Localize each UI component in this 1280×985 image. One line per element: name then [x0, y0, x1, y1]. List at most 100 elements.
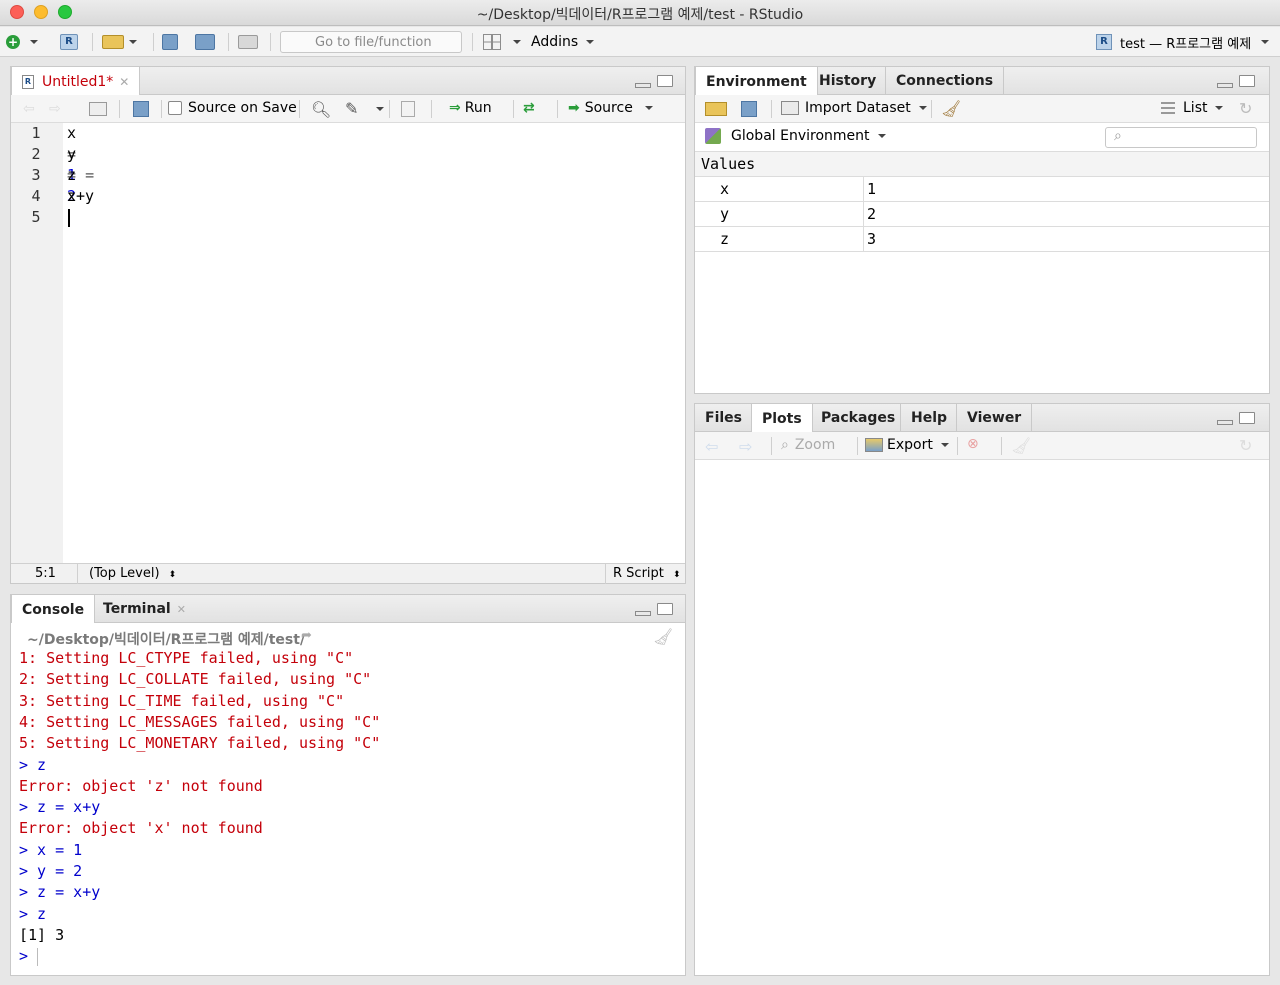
r-project-icon: R	[1096, 34, 1112, 50]
console-line: > z = x+y	[19, 798, 101, 817]
open-folder-icon[interactable]	[705, 102, 727, 116]
table-icon	[781, 101, 799, 115]
list-label: List	[1183, 100, 1208, 116]
tab-environment[interactable]: Environment	[695, 67, 818, 96]
export-label: Export	[887, 437, 933, 453]
remove-plot-icon[interactable]: ⊗	[967, 436, 979, 452]
save-icon	[162, 34, 178, 50]
scope-selector[interactable]: (Top Level) ⬍	[89, 566, 176, 581]
new-file-button[interactable]: +	[6, 31, 38, 53]
tab-help[interactable]: Help	[900, 404, 957, 432]
save-icon[interactable]	[741, 101, 757, 117]
text-cursor	[68, 209, 70, 227]
r-file-icon: R	[22, 74, 34, 89]
tab-label: Terminal	[103, 601, 171, 617]
forward-arrow-icon[interactable]: ⇨	[739, 437, 752, 456]
table-row[interactable]: z 3	[695, 227, 1269, 252]
compile-report-icon[interactable]	[401, 101, 415, 117]
open-file-button[interactable]	[102, 31, 137, 53]
environment-toolbar: Import Dataset 🧹︎ List ↻	[695, 95, 1269, 123]
rerun-icon[interactable]: ⇄	[523, 100, 535, 116]
close-icon[interactable]: ✕	[177, 603, 186, 616]
chevron-down-icon	[918, 106, 927, 110]
editor-pane: R Untitled1* ✕ ⇦ ⇨ Source on Save 🔍︎ ✎ ⇒…	[10, 66, 686, 584]
save-icon[interactable]	[133, 101, 149, 117]
export-button[interactable]: Export	[865, 437, 949, 453]
environment-tabbar: Environment History Connections	[695, 67, 1269, 96]
refresh-icon[interactable]: ↻	[1239, 99, 1252, 118]
chevron-down-icon[interactable]	[376, 107, 384, 111]
minimize-pane-button[interactable]	[635, 83, 651, 88]
grid-layout-button[interactable]	[483, 31, 521, 53]
code-editor[interactable]: 1 x = 1 2 y = 2 3 z = x+y 4 z 5	[11, 123, 685, 563]
tab-untitled1[interactable]: R Untitled1* ✕	[11, 67, 141, 96]
maximize-pane-button[interactable]	[1239, 412, 1255, 424]
addins-label: Addins	[531, 34, 579, 50]
updown-icon: ⬍	[168, 570, 177, 580]
save-all-button[interactable]	[195, 31, 215, 53]
editor-toolbar: ⇦ ⇨ Source on Save 🔍︎ ✎ ⇒ Run ⇄ ➡ Source	[11, 95, 685, 123]
search-icon[interactable]: 🔍︎	[311, 100, 331, 119]
chevron-down-icon	[513, 40, 521, 44]
source-on-save-label: Source on Save	[188, 100, 297, 116]
broom-icon[interactable]: 🧹︎	[653, 627, 673, 646]
run-button[interactable]: ⇒ Run	[449, 100, 492, 116]
maximize-pane-button[interactable]	[657, 75, 673, 87]
tab-label: Plots	[762, 410, 802, 427]
maximize-pane-button[interactable]	[657, 603, 673, 615]
save-button[interactable]	[162, 31, 178, 53]
working-directory[interactable]: ~/Desktop/빅데이터/R프로그램 예제/test/	[27, 629, 305, 649]
tab-label: Console	[22, 601, 85, 618]
addins-menu[interactable]: Addins	[531, 31, 595, 53]
minimize-pane-button[interactable]	[1217, 83, 1233, 88]
tab-packages[interactable]: Packages	[811, 404, 905, 432]
editor-tabbar: R Untitled1* ✕	[11, 67, 685, 96]
minimize-pane-button[interactable]	[1217, 420, 1233, 425]
environment-search-input[interactable]: ⌕	[1105, 127, 1257, 148]
console-output[interactable]: 1: Setting LC_CTYPE failed, using "C" 2:…	[11, 648, 685, 975]
source-label: Source	[584, 100, 633, 116]
table-row[interactable]: x 1	[695, 177, 1269, 202]
maximize-pane-button[interactable]	[1239, 75, 1255, 87]
tab-console[interactable]: Console	[11, 595, 96, 624]
print-button[interactable]	[238, 31, 258, 53]
show-in-window-icon[interactable]	[89, 102, 107, 116]
source-button[interactable]: ➡ Source	[568, 100, 653, 116]
console-line: > y = 2	[19, 862, 83, 880]
editor-statusbar: 5:1 (Top Level) ⬍ R Script ⬍	[11, 563, 685, 584]
tab-connections[interactable]: Connections	[885, 67, 1005, 95]
broom-icon[interactable]: 🧹︎	[1011, 436, 1031, 455]
tab-label: History	[819, 73, 877, 89]
forward-arrow-icon[interactable]: ⇨	[49, 101, 61, 117]
close-icon[interactable]: ✕	[119, 75, 129, 89]
view-mode-selector[interactable]: List	[1161, 100, 1224, 116]
new-project-button[interactable]: R	[60, 31, 78, 53]
chevron-down-icon	[1215, 106, 1224, 110]
project-menu[interactable]: R test — R프로그램 예제	[1096, 31, 1270, 53]
broom-icon[interactable]: 🧹︎	[941, 99, 961, 118]
tab-terminal[interactable]: Terminal ✕	[93, 595, 196, 623]
back-arrow-icon[interactable]: ⇦	[705, 437, 718, 456]
filetype-selector[interactable]: R Script ⬍	[613, 566, 681, 581]
search-icon: ⌕	[1114, 128, 1122, 144]
console-line: > z	[19, 755, 47, 774]
scope-bar: Global Environment ⌕	[695, 123, 1269, 151]
goto-file-input[interactable]: Go to file/function	[280, 31, 462, 53]
minimize-pane-button[interactable]	[635, 611, 651, 616]
source-on-save-checkbox[interactable]: Source on Save	[168, 100, 297, 116]
environment-scope-selector[interactable]: Global Environment	[705, 128, 886, 144]
magic-wand-icon[interactable]: ✎	[345, 99, 358, 118]
refresh-icon[interactable]: ↻	[1239, 436, 1252, 455]
table-row[interactable]: y 2	[695, 202, 1269, 227]
import-dataset-button[interactable]: Import Dataset	[781, 100, 927, 116]
tab-files[interactable]: Files	[695, 404, 752, 432]
back-arrow-icon[interactable]: ⇦	[23, 101, 35, 117]
tab-plots[interactable]: Plots	[751, 404, 813, 433]
tab-history[interactable]: History	[809, 67, 886, 95]
console-line: > x = 1	[19, 840, 83, 859]
tab-viewer[interactable]: Viewer	[956, 404, 1033, 432]
zoom-button[interactable]: ⌕ Zoom	[781, 437, 835, 453]
plots-toolbar: ⇦ ⇨ ⌕ Zoom Export ⊗ 🧹︎ ↻	[695, 432, 1269, 460]
goto-directory-icon[interactable]: ➦	[301, 628, 312, 643]
plus-icon: +	[6, 35, 20, 49]
